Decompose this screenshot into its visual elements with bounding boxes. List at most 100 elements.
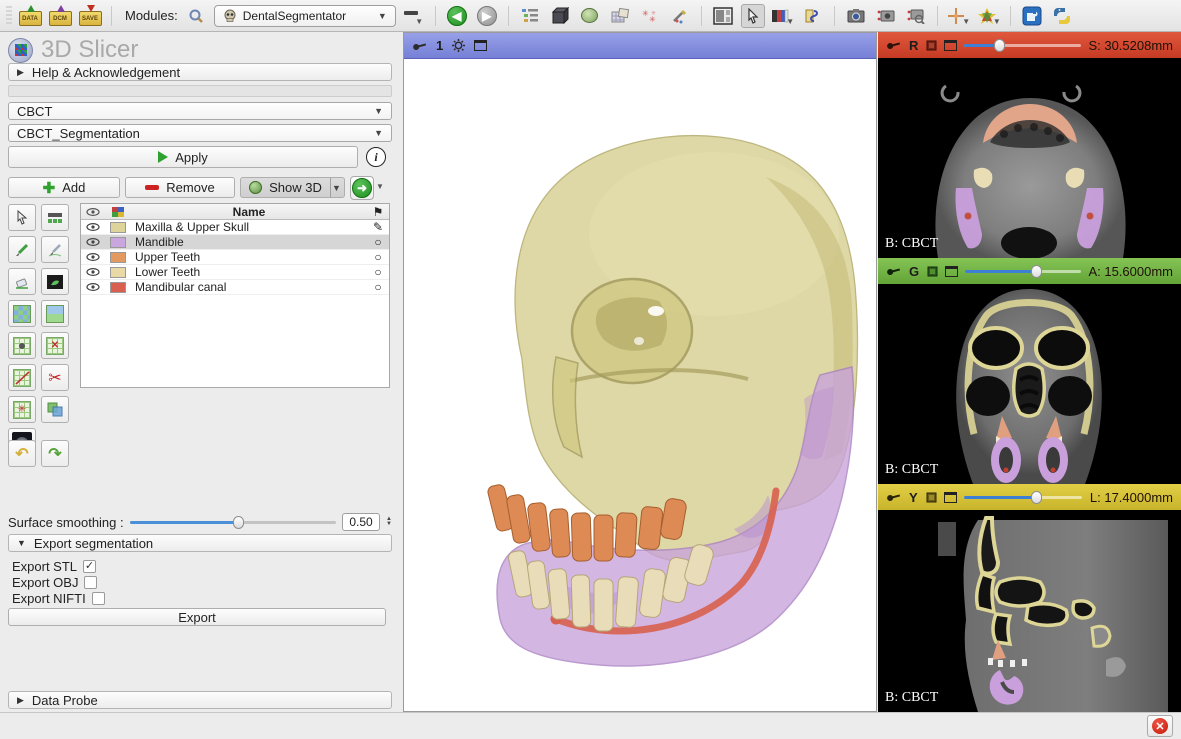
yellow-slice-image[interactable]: B: CBCT: [878, 510, 1181, 712]
surface-smoothing-value[interactable]: 0.50: [342, 513, 380, 531]
spinbox-arrows[interactable]: ▲▼: [386, 517, 392, 527]
slice-visibility-icon[interactable]: [925, 39, 937, 51]
export-button[interactable]: Export: [8, 608, 386, 626]
scene-view-restore-icon[interactable]: [904, 4, 928, 28]
slice-offset-slider[interactable]: [964, 38, 1081, 52]
volume-selector[interactable]: CBCT▼: [8, 102, 392, 120]
tool-grow-from-seeds[interactable]: [8, 300, 36, 327]
load-data-icon[interactable]: DATA: [18, 4, 42, 28]
tool-paint[interactable]: [8, 236, 36, 263]
segment-color-swatch[interactable]: [110, 252, 126, 263]
threeD-render-area[interactable]: [404, 59, 876, 711]
tool-erase[interactable]: [8, 268, 36, 295]
redo-button[interactable]: ↷: [41, 440, 69, 467]
python-console-icon[interactable]: [1050, 4, 1074, 28]
pin-icon[interactable]: [886, 39, 902, 51]
next-module-button[interactable]: ➜: [350, 176, 374, 200]
maximize-view-icon[interactable]: [944, 40, 957, 51]
table-row[interactable]: Lower Teeth ○: [81, 265, 389, 280]
undo-button[interactable]: ↶: [8, 440, 36, 467]
slice-offset-slider[interactable]: [965, 264, 1081, 278]
slice-visibility-icon[interactable]: [926, 265, 938, 277]
error-log-button[interactable]: ✕: [1147, 715, 1173, 737]
green-slice-image[interactable]: B: CBCT: [878, 284, 1181, 484]
window-level-icon[interactable]: ▼: [771, 4, 795, 28]
table-row[interactable]: Upper Teeth ○: [81, 250, 389, 265]
tool-draw[interactable]: [41, 236, 69, 263]
mouse-pointer-icon[interactable]: [741, 4, 765, 28]
maximize-view-icon[interactable]: [944, 492, 957, 503]
save-scene-icon[interactable]: SAVE: [78, 4, 102, 28]
segment-color-swatch[interactable]: [110, 267, 126, 278]
layout-selector-icon[interactable]: [711, 4, 735, 28]
scene-view-icon[interactable]: [874, 4, 898, 28]
volumes-cube-icon[interactable]: [548, 4, 572, 28]
back-icon[interactable]: ◀: [445, 4, 469, 28]
table-row[interactable]: Mandible ○: [81, 235, 389, 250]
segment-status-icon[interactable]: ○: [374, 250, 381, 264]
export-nifti-checkbox[interactable]: [92, 592, 105, 605]
subject-hierarchy-icon[interactable]: [518, 4, 542, 28]
segment-color-swatch[interactable]: [110, 282, 126, 293]
show-3d-dropdown[interactable]: ▼: [330, 178, 342, 197]
transforms-icon[interactable]: [608, 4, 632, 28]
pin-icon[interactable]: [412, 40, 428, 52]
segment-status-icon[interactable]: ○: [374, 265, 381, 279]
green-slice-view[interactable]: G A: 15.6000mm: [878, 258, 1181, 484]
segment-color-swatch[interactable]: [110, 237, 126, 248]
segment-color-swatch[interactable]: [110, 222, 126, 233]
info-button[interactable]: i: [366, 147, 386, 167]
extensions-manager-icon[interactable]: [1020, 4, 1044, 28]
segment-status-icon[interactable]: ○: [374, 235, 381, 249]
visibility-eye-icon[interactable]: [81, 253, 105, 261]
visibility-eye-icon[interactable]: [81, 238, 105, 246]
maximize-view-icon[interactable]: [945, 266, 958, 277]
tool-islands[interactable]: ✳: [8, 396, 36, 423]
load-dicom-icon[interactable]: DCM: [48, 4, 72, 28]
table-row[interactable]: Maxilla & Upper Skull ✎: [81, 220, 389, 235]
slice-offset-slider[interactable]: [964, 490, 1082, 504]
remove-segment-button[interactable]: Remove: [125, 177, 235, 198]
red-slice-image[interactable]: B: CBCT: [878, 58, 1181, 258]
slice-intersections-icon[interactable]: ▼: [977, 4, 1001, 28]
gear-icon[interactable]: [451, 38, 466, 53]
pin-icon[interactable]: [886, 491, 902, 503]
table-row[interactable]: Mandibular canal ○: [81, 280, 389, 295]
segment-status-icon[interactable]: ✎: [373, 220, 383, 234]
segment-editor-wand-icon[interactable]: [668, 4, 692, 28]
markups-icon[interactable]: ✳✳✳: [638, 4, 662, 28]
segment-status-icon[interactable]: ○: [374, 280, 381, 294]
forward-icon[interactable]: ▶: [475, 4, 499, 28]
visibility-eye-icon[interactable]: [81, 283, 105, 291]
slice-visibility-icon[interactable]: [925, 491, 937, 503]
visibility-eye-icon[interactable]: [81, 268, 105, 276]
export-stl-checkbox[interactable]: [83, 560, 96, 573]
tool-none[interactable]: [8, 204, 36, 231]
show-3d-button[interactable]: Show 3D ▼: [240, 177, 345, 198]
screenshot-icon[interactable]: [844, 4, 868, 28]
tool-scissors[interactable]: ✂: [41, 364, 69, 391]
apply-button[interactable]: Apply: [8, 146, 358, 168]
data-probe-section[interactable]: ▶ Data Probe: [8, 691, 392, 709]
add-segment-button[interactable]: ✚Add: [8, 177, 120, 198]
tool-margin[interactable]: [8, 332, 36, 359]
pin-icon[interactable]: [886, 265, 902, 277]
surface-smoothing-slider[interactable]: [130, 515, 336, 529]
tool-logical-operators[interactable]: [41, 396, 69, 423]
red-slice-view[interactable]: R S: 30.5208mm B: CBCT: [878, 32, 1181, 258]
tool-fill-between-slices[interactable]: [41, 300, 69, 327]
crosshair-icon[interactable]: ▼: [947, 4, 971, 28]
tool-hollow[interactable]: ✕: [41, 332, 69, 359]
threeD-view[interactable]: 1: [403, 32, 877, 712]
tool-smoothing[interactable]: [8, 364, 36, 391]
yellow-slice-view[interactable]: Y L: 17.4000mm: [878, 484, 1181, 712]
module-search-icon[interactable]: [184, 4, 208, 28]
export-segmentation-section[interactable]: ▼ Export segmentation: [8, 534, 392, 552]
segmentation-selector[interactable]: CBCT_Segmentation▼: [8, 124, 392, 142]
visibility-eye-icon[interactable]: [81, 223, 105, 231]
module-selector[interactable]: DentalSegmentator ▼: [214, 5, 396, 27]
export-obj-checkbox[interactable]: [84, 576, 97, 589]
crop-volume-icon[interactable]: [801, 4, 825, 28]
help-acknowledgement-section[interactable]: ▶ Help & Acknowledgement: [8, 63, 392, 81]
maximize-view-icon[interactable]: [474, 40, 487, 51]
